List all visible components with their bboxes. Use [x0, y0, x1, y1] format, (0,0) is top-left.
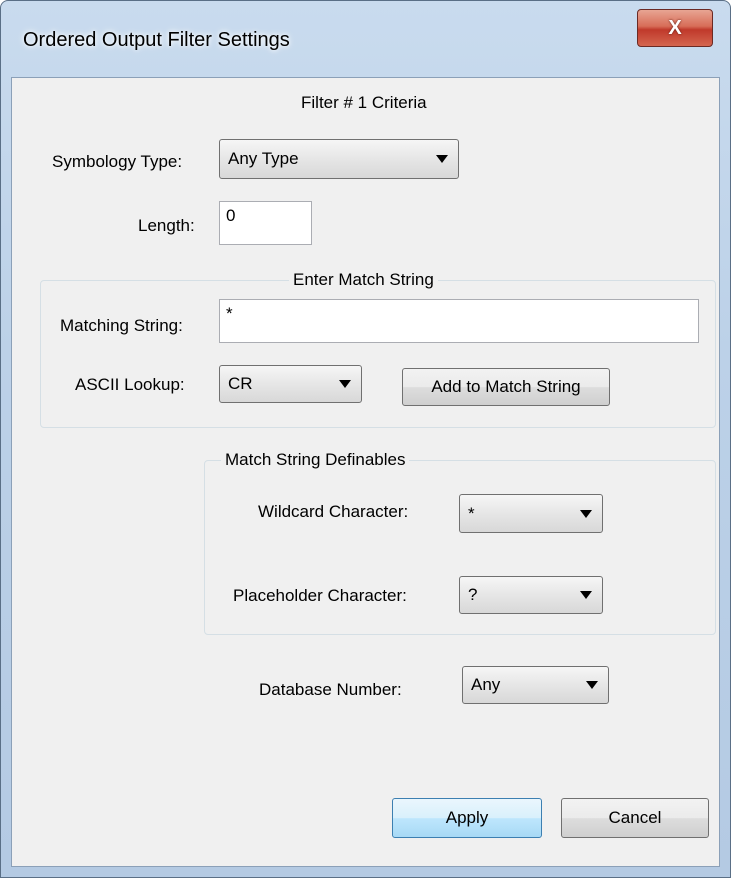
length-input[interactable]: 0 — [219, 201, 312, 245]
apply-label: Apply — [445, 808, 489, 827]
matching-string-label: Matching String: — [60, 316, 183, 335]
placeholder-select[interactable]: ? — [459, 576, 603, 614]
apply-button[interactable]: Apply — [392, 798, 542, 838]
definables-group-title: Match String Definables — [221, 450, 410, 470]
add-to-match-string-button[interactable]: Add to Match String — [402, 368, 610, 406]
symbology-type-select[interactable]: Any Type — [219, 139, 459, 179]
match-string-group-title: Enter Match String — [289, 270, 438, 290]
chevron-down-icon — [586, 681, 598, 689]
placeholder-label: Placeholder Character: — [233, 586, 407, 605]
title-bar[interactable]: Ordered Output Filter Settings X — [1, 1, 730, 77]
database-number-label: Database Number: — [259, 680, 402, 699]
wildcard-label: Wildcard Character: — [258, 502, 409, 521]
matching-string-value: * — [226, 304, 233, 323]
window-title: Ordered Output Filter Settings — [23, 29, 290, 51]
ascii-lookup-label: ASCII Lookup: — [75, 375, 185, 394]
chevron-down-icon — [339, 380, 351, 388]
matching-string-input[interactable]: * — [219, 299, 699, 343]
symbology-value: Any Type — [228, 149, 299, 168]
chevron-down-icon — [580, 591, 592, 599]
dialog-window: Ordered Output Filter Settings X Filter … — [0, 0, 731, 878]
wildcard-value: * — [468, 503, 475, 523]
length-label: Length: — [138, 216, 195, 235]
filter-heading: Filter # 1 Criteria — [301, 93, 427, 112]
database-number-select[interactable]: Any — [462, 666, 609, 704]
ascii-lookup-select[interactable]: CR — [219, 365, 362, 403]
chevron-down-icon — [580, 509, 592, 518]
cancel-button[interactable]: Cancel — [561, 798, 709, 838]
close-button[interactable]: X — [637, 9, 713, 47]
cancel-label: Cancel — [608, 808, 662, 827]
chevron-down-icon — [436, 155, 448, 163]
wildcard-select[interactable]: * — [459, 494, 603, 533]
symbology-label: Symbology Type: — [52, 152, 183, 171]
database-number-value: Any — [471, 675, 501, 694]
ascii-lookup-value: CR — [228, 374, 253, 393]
dialog-body: Filter # 1 Criteria Symbology Type: Any … — [11, 77, 720, 867]
add-to-match-string-label: Add to Match String — [431, 377, 581, 396]
close-icon: X — [668, 16, 682, 39]
length-value: 0 — [226, 206, 236, 225]
placeholder-value: ? — [468, 585, 478, 604]
